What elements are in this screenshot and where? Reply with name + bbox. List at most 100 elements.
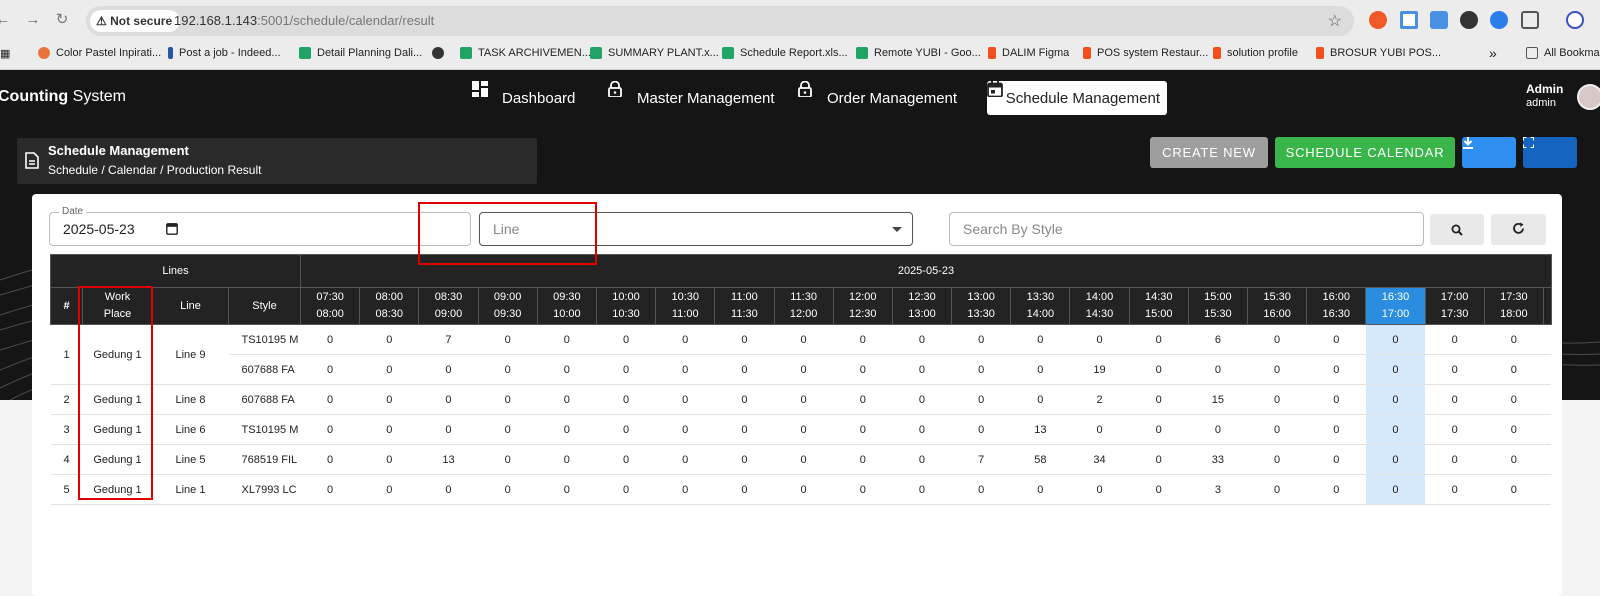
- count-cell: 0: [478, 414, 538, 445]
- col-header-time-slot[interactable]: 16:30 17:00: [1365, 287, 1426, 325]
- schedule-calendar-button[interactable]: SCHEDULE CALENDAR: [1275, 137, 1455, 168]
- url-text[interactable]: 192.168.1.143:5001/schedule/calendar/res…: [174, 13, 434, 28]
- col-header-time-slot[interactable]: 17:00 17:30: [1424, 287, 1485, 325]
- extension-icon[interactable]: [1369, 11, 1387, 29]
- count-cell: 0: [300, 384, 360, 415]
- nav-schedule-management[interactable]: Schedule Management: [987, 81, 1167, 115]
- bookmark-item[interactable]: POS system Restaur...: [1083, 47, 1208, 59]
- count-cell: 0: [1365, 444, 1426, 475]
- bookmark-item[interactable]: TASK ARCHIVEMEN...: [460, 47, 591, 59]
- bookmark-item[interactable]: Color Pastel Inpirati...: [38, 47, 161, 59]
- col-header-time-slot[interactable]: 07:30 08:00: [299, 287, 361, 325]
- col-header-time-slot[interactable]: 14:30 15:00: [1128, 287, 1189, 325]
- annotation-box: [418, 202, 597, 265]
- col-header-time-slot[interactable]: 08:00 08:30: [359, 287, 420, 325]
- count-cell: 0: [300, 354, 360, 385]
- bookmark-item[interactable]: DALIM Figma: [988, 47, 1069, 59]
- count-cell: 0: [951, 384, 1011, 415]
- nav-master-management[interactable]: Master Management: [607, 81, 782, 115]
- date-field[interactable]: Date 2025-05-23: [49, 206, 471, 246]
- bookmark-item[interactable]: BROSUR YUBI POS...: [1316, 47, 1441, 59]
- refresh-button[interactable]: [1491, 214, 1546, 245]
- table-row[interactable]: 3 Gedung 1 Line 6 TS10195 M 0 0 0 0 0 0 0 0 0 0 0 0 13 0 0…: [50, 414, 1552, 445]
- count-cell: 0: [1306, 384, 1366, 415]
- count-cell: 0: [418, 384, 479, 415]
- col-header-time-slot[interactable]: 16:00 16:30: [1306, 287, 1367, 325]
- table-row[interactable]: 607688 FA 0 0 0 0 0 0 0 0 0 0 0 0 0 19 0 0 0 0 0 0 0: [51, 354, 1552, 385]
- col-header-time-slot[interactable]: 12:30 13:00: [891, 287, 953, 325]
- bookmark-item[interactable]: Post a job - Indeed...: [168, 47, 281, 59]
- bookmark-favicon-icon: [299, 47, 311, 59]
- avatar[interactable]: [1577, 84, 1600, 110]
- table-row[interactable]: 2 Gedung 1 Line 8 607688 FA 0 0 0 0 0 0 0 0 0 0 0 0 0 2 0 1…: [50, 384, 1552, 415]
- nav-dashboard[interactable]: Dashboard: [472, 81, 582, 115]
- col-header-time-slot[interactable]: 14:00 14:30: [1069, 287, 1130, 325]
- col-header-time-slot[interactable]: 13:30 14:00: [1010, 287, 1071, 325]
- nav-order-management[interactable]: Order Management: [797, 81, 964, 115]
- bookmark-item[interactable]: SUMMARY PLANT.x...: [590, 47, 719, 59]
- extension-icon[interactable]: [1460, 11, 1478, 29]
- count-cell: 0: [478, 384, 538, 415]
- col-header-time-slot[interactable]: 17:30 18:00: [1483, 287, 1544, 325]
- bookmark-item[interactable]: Detail Planning Dali...: [299, 47, 422, 59]
- bookmark-item[interactable]: Remote YUBI - Goo...: [856, 47, 981, 59]
- col-header-time-slot[interactable]: 15:30 16:00: [1246, 287, 1308, 325]
- col-header-time-slot[interactable]: 10:00 10:30: [595, 287, 657, 325]
- profile-icon[interactable]: [1566, 11, 1584, 29]
- bookmark-star-icon[interactable]: ☆: [1328, 11, 1342, 31]
- count-cell: 0: [1306, 474, 1366, 505]
- calendar-icon[interactable]: [166, 222, 178, 240]
- count-cell: 0: [418, 354, 479, 385]
- style-cell: TS10195 M: [228, 324, 301, 355]
- app-brand[interactable]: Counting System: [0, 88, 126, 106]
- extension-icon[interactable]: [1490, 11, 1508, 29]
- col-header-time-slot[interactable]: 13:00 13:30: [951, 287, 1012, 325]
- create-new-button[interactable]: CREATE NEW: [1150, 137, 1268, 168]
- not-secure-badge[interactable]: ⚠ Not secure: [90, 10, 181, 32]
- col-header-line[interactable]: Line: [152, 287, 229, 325]
- download-button[interactable]: [1462, 137, 1516, 168]
- col-header-time-slot[interactable]: 10:30 11:00: [655, 287, 716, 325]
- bookmark-item[interactable]: Schedule Report.xls...: [722, 47, 848, 59]
- count-cell: 0: [774, 324, 834, 355]
- col-header-time-slot[interactable]: 15:00 15:30: [1187, 287, 1249, 325]
- lock-icon: [798, 81, 820, 106]
- search-button[interactable]: [1430, 214, 1484, 245]
- reload-icon[interactable]: ↻: [53, 11, 71, 29]
- count-cell: 0: [1365, 324, 1426, 355]
- extension-icon[interactable]: [1430, 11, 1448, 29]
- count-cell: 0: [1365, 354, 1426, 385]
- address-bar[interactable]: ⚠ Not secure 192.168.1.143:5001/schedule…: [86, 6, 1354, 36]
- more-bookmarks-icon[interactable]: »: [1489, 45, 1497, 61]
- col-header-time-slot[interactable]: 09:30 10:00: [536, 287, 597, 325]
- count-cell: 0: [1129, 474, 1189, 505]
- col-header-time-slot[interactable]: 09:00 09:30: [477, 287, 538, 325]
- style-search-input[interactable]: Search By Style: [949, 212, 1424, 246]
- col-header-time-slot[interactable]: 11:30 12:00: [773, 287, 834, 325]
- fullscreen-button[interactable]: [1523, 137, 1577, 168]
- col-header-time-slot[interactable]: 12:00 12:30: [832, 287, 893, 325]
- nav-label: Order Management: [827, 89, 958, 107]
- count-cell: 6: [1188, 324, 1248, 355]
- table-row[interactable]: 5 Gedung 1 Line 1 XL7993 LC 0 0 0 0 0 0 0 0 0 0 0 0 0 0 0 3…: [50, 474, 1552, 505]
- col-header-time-slot[interactable]: 11:00 11:30: [714, 287, 775, 325]
- user-info[interactable]: Admin admin: [1526, 82, 1563, 110]
- col-header-style[interactable]: Style: [228, 287, 301, 325]
- count-cell: 0: [655, 444, 715, 475]
- extension-icon[interactable]: [1400, 11, 1418, 29]
- bookmark-item[interactable]: [432, 47, 450, 59]
- count-cell: 0: [1129, 354, 1189, 385]
- extensions-puzzle-icon[interactable]: [1521, 11, 1539, 29]
- date-value: 2025-05-23: [63, 221, 135, 237]
- count-cell: 0: [418, 474, 479, 505]
- back-icon[interactable]: ←: [0, 11, 12, 29]
- forward-icon[interactable]: →: [24, 11, 42, 29]
- apps-grid-icon[interactable]: ▦: [0, 47, 10, 60]
- overflow-cell: [1543, 354, 1552, 385]
- bookmark-item[interactable]: solution profile: [1213, 47, 1298, 59]
- col-header-time-slot[interactable]: 08:30 09:00: [418, 287, 479, 325]
- table-row[interactable]: 1 Gedung 1 Line 9 TS10195 M0070000000000006…: [50, 324, 1552, 385]
- table-row[interactable]: 4 Gedung 1 Line 5 768519 FIL 0 0 13 0 0 0 0 0 0 0 0 7 58…: [50, 444, 1552, 475]
- all-bookmarks[interactable]: All Bookma: [1526, 47, 1600, 59]
- count-cell: 0: [537, 384, 597, 415]
